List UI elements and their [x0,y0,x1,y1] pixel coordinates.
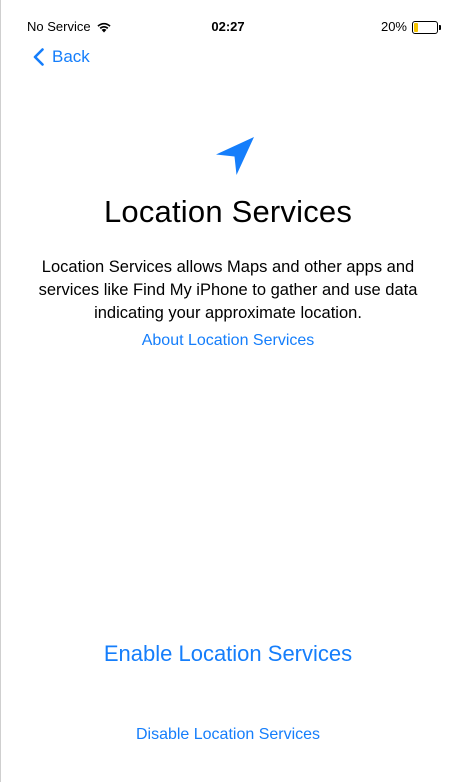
battery-level [414,22,418,32]
back-label: Back [52,47,90,66]
battery-icon [412,20,441,34]
disable-location-services-button[interactable]: Disable Location Services [1,724,454,746]
screen: No Service 02:27 20% Back Location Servi… [0,0,454,782]
about-location-services-link[interactable]: About Location Services [1,330,454,352]
page-title: Location Services [103,194,353,229]
status-bar: No Service 02:27 20% [1,0,454,40]
back-button[interactable]: Back [33,44,90,70]
enable-location-services-button[interactable]: Enable Location Services [1,638,454,670]
description-text: Location Services allows Maps and other … [38,258,418,322]
location-arrow-icon [216,137,254,175]
battery-percent: 20% [380,19,407,34]
status-right: 20% [380,19,441,35]
chevron-left-icon [33,48,44,66]
battery-cap [439,24,441,30]
